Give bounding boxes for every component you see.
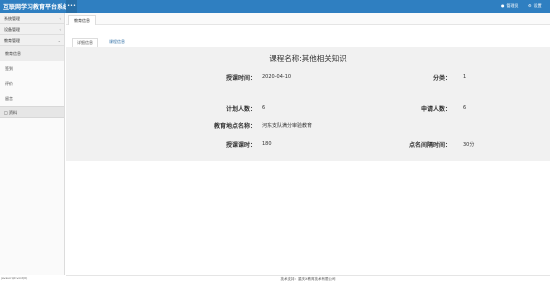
category-label: 分类： <box>432 75 451 82</box>
user-icon: ● <box>501 3 505 8</box>
sidebar-group-label: 系统管理 <box>4 16 20 21</box>
sidebar: 系统管理 ‹ 设备管理 ‹ 教育管理 ⌄ 教育信息 签到 评价 留言 □ 资料 <box>0 13 65 275</box>
class-hours-label: 授课课时： <box>225 142 256 149</box>
roll-interval-label: 点名间隔时间： <box>408 142 451 149</box>
tab-education-info[interactable]: 教育信息 <box>68 15 96 25</box>
location-label: 教育地点名称： <box>213 123 256 130</box>
footer-text: 技术支持：重庆X教育技术有限公司 <box>66 275 550 281</box>
top-navbar: 互联网学习教育平台系统 ••• ● 管理员 ⚙ 设置 <box>0 0 550 13</box>
page-tab-bar: 教育信息 <box>66 13 550 25</box>
sidebar-item-message[interactable]: 留言 <box>0 91 64 106</box>
sub-tab-bar: 详细信息 课程信息 <box>66 36 550 47</box>
roll-interval-value: 30分 <box>463 142 475 148</box>
category-value: 1 <box>463 74 467 80</box>
class-hours-value: 180 <box>262 141 272 147</box>
chevron-down-icon: ⌄ <box>57 38 61 43</box>
sidebar-group-label: 教育管理 <box>4 38 20 43</box>
chevron-left-icon: ‹ <box>59 27 61 32</box>
sidebar-group-label: 设备管理 <box>4 27 20 32</box>
user-menu[interactable]: ● 管理员 <box>501 3 519 9</box>
apply-count-value: 6 <box>463 105 467 111</box>
plan-count-value: 6 <box>262 105 266 111</box>
plan-count-label: 计划人数： <box>225 106 256 113</box>
chevron-left-icon: ‹ <box>59 16 61 21</box>
location-value: 河东支队满分审验教育 <box>262 123 313 129</box>
sidebar-item-evaluation[interactable]: 评价 <box>0 76 64 91</box>
teach-time-value: 2020-04-10 <box>262 74 292 80</box>
sidebar-group-education[interactable]: 教育管理 ⌄ <box>0 35 64 46</box>
user-label: 管理员 <box>506 3 519 8</box>
tab-course-info[interactable]: 课程信息 <box>105 38 129 47</box>
apply-count-label: 申请人数： <box>420 106 451 113</box>
tab-details[interactable]: 详细信息 <box>72 38 98 47</box>
sidebar-item-education-info[interactable]: 教育信息 <box>0 46 64 61</box>
sidebar-item-materials[interactable]: □ 资料 <box>0 106 64 118</box>
detail-panel: 详细信息 课程信息 课程名称:其他相关知识 授课时间： 2020-04-10 分… <box>66 36 550 161</box>
menu-toggle-button[interactable]: ••• <box>66 0 77 13</box>
course-title: 课程名称:其他相关知识 <box>269 54 347 63</box>
gear-icon: ⚙ <box>528 3 532 8</box>
sidebar-group-device[interactable]: 设备管理 ‹ <box>0 24 64 35</box>
settings-label: 设置 <box>533 3 542 8</box>
settings-menu[interactable]: ⚙ 设置 <box>528 3 542 9</box>
teach-time-label: 授课时间： <box>225 75 256 82</box>
app-title[interactable]: 互联网学习教育平台系统 <box>3 2 69 11</box>
main-content: 教育信息 详细信息 课程信息 课程名称:其他相关知识 授课时间： 2020-04… <box>66 13 550 275</box>
status-url: javascript:void(0) <box>1 276 28 280</box>
sidebar-item-sign-in[interactable]: 签到 <box>0 61 64 76</box>
sidebar-group-system[interactable]: 系统管理 ‹ <box>0 13 64 24</box>
